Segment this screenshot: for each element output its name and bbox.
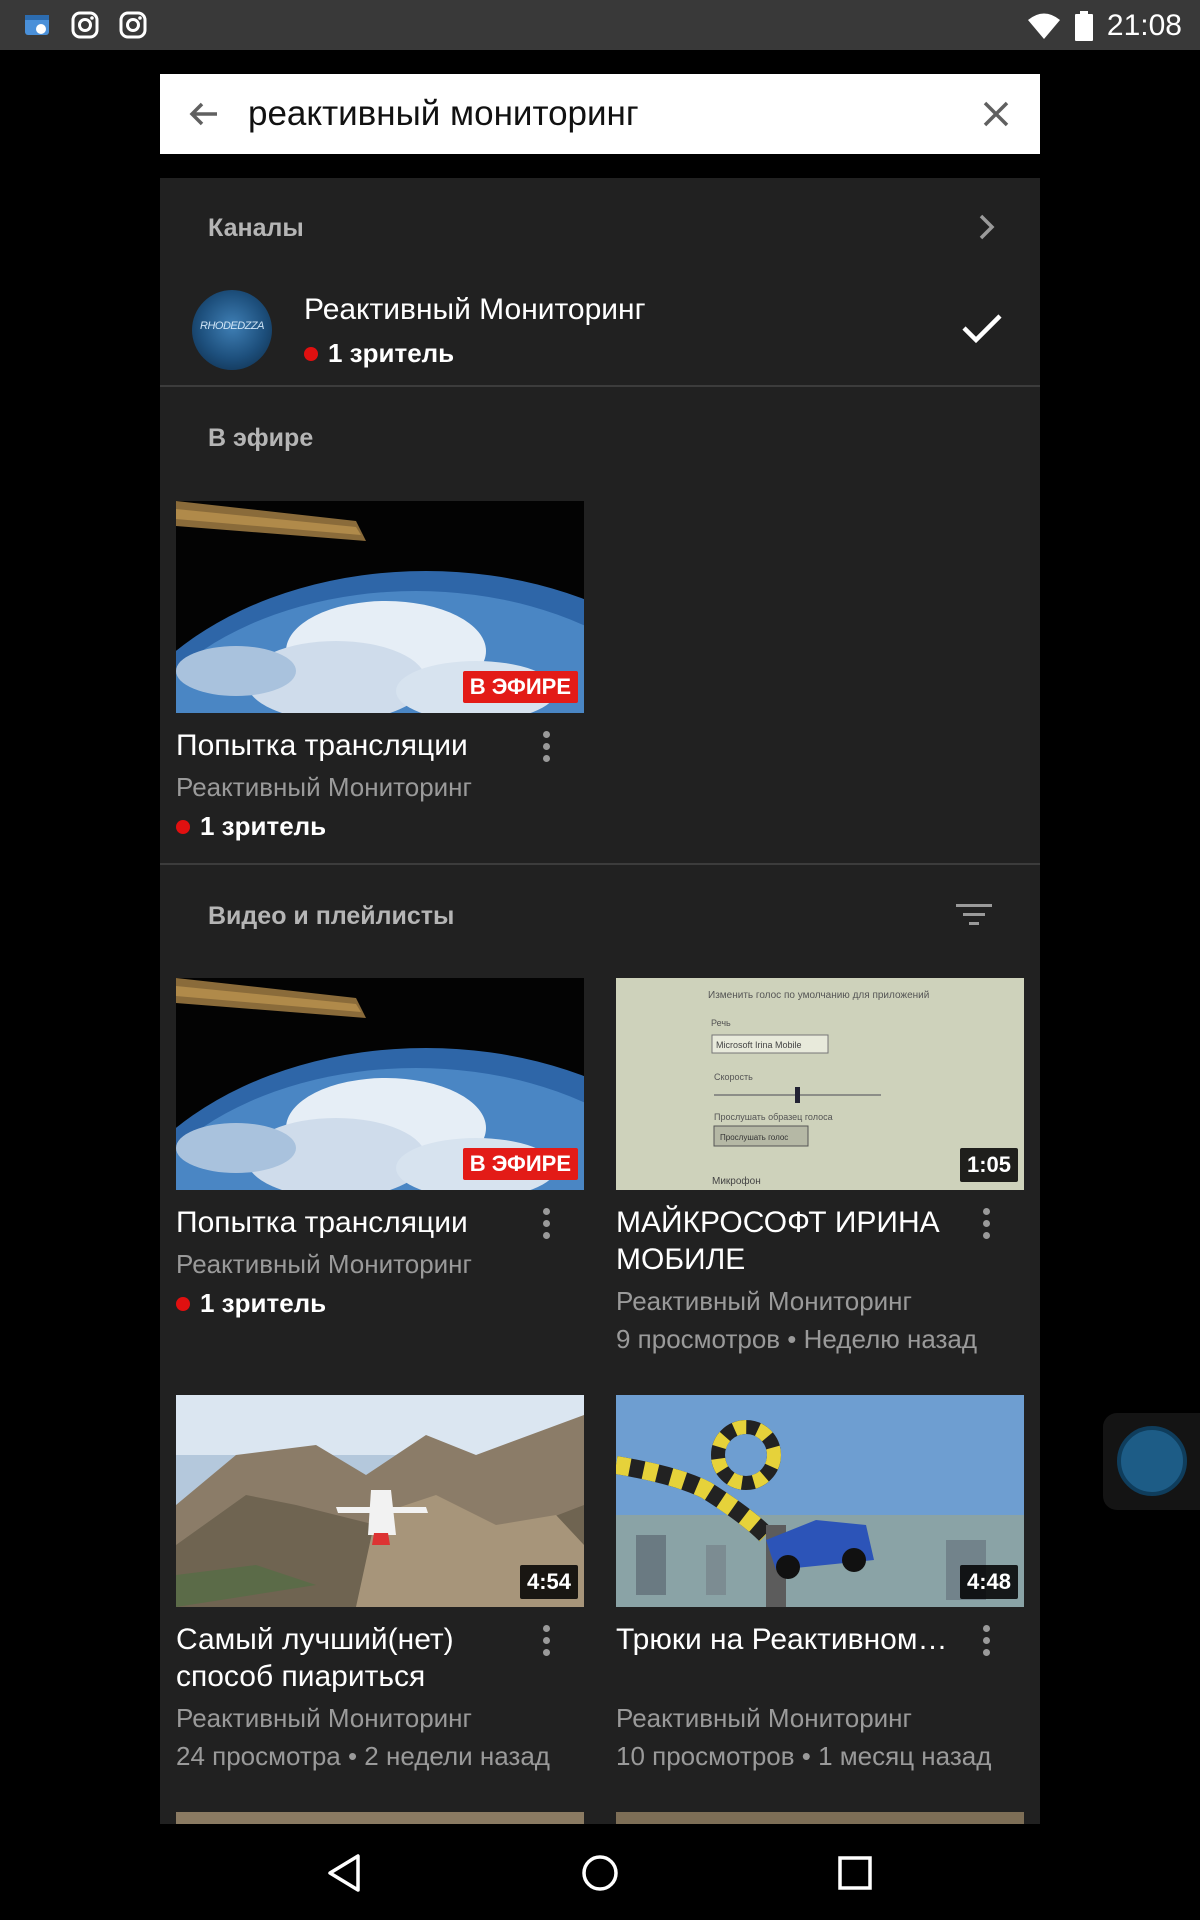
more-options-icon[interactable]: [540, 731, 552, 771]
video-channel: Реактивный Мониторинг: [616, 1703, 913, 1733]
viewers-count: 1 зритель: [328, 338, 455, 368]
duration-badge: 4:48: [959, 1565, 1018, 1599]
video-meta: 24 просмотра • 2 недели назад: [176, 1741, 550, 1771]
thumb-text: Прослушать образец голоса: [714, 1112, 833, 1122]
video-thumbnail-partial[interactable]: [616, 1812, 1024, 1824]
video-channel: Реактивный Мониторинг: [616, 1286, 913, 1316]
video-thumbnail-partial[interactable]: [176, 1812, 584, 1824]
more-options-icon[interactable]: [540, 1625, 552, 1665]
video-meta: 10 просмотров • 1 месяц назад: [616, 1741, 992, 1771]
live-badge: В ЭФИРЕ: [462, 1148, 578, 1180]
instagram-icon: [71, 11, 99, 39]
navigation-bar: [0, 1824, 1200, 1920]
more-options-icon[interactable]: [980, 1208, 992, 1248]
avatar-text: RHODEDZZA: [200, 320, 264, 332]
thumb-text: Изменить голос по умолчанию для приложен…: [708, 990, 929, 1001]
video-title[interactable]: Самый лучший(нет) способ пиариться: [176, 1621, 516, 1695]
video-channel: Реактивный Мониторинг: [176, 1703, 473, 1733]
floating-bubble-icon[interactable]: [1117, 1426, 1187, 1496]
video-card[interactable]: В ЭФИРЕ Попытка трансляции Реактивный Мо…: [176, 501, 584, 861]
filter-icon[interactable]: [956, 900, 992, 930]
live-dot-icon: [176, 1296, 190, 1311]
viewers-count: 1 зритель: [200, 811, 327, 841]
video-thumbnail[interactable]: В ЭФИРЕ: [176, 501, 584, 713]
arrow-back-icon[interactable]: [184, 94, 224, 134]
video-card[interactable]: Изменить голос по умолчанию для приложен…: [616, 978, 1024, 1354]
channel-avatar[interactable]: RHODEDZZA: [192, 290, 272, 370]
duration-badge: 4:54: [519, 1565, 578, 1599]
checkmark-icon[interactable]: [960, 310, 1004, 346]
divider: [160, 385, 1040, 387]
more-options-icon[interactable]: [980, 1625, 992, 1665]
thumb-text: Скорость: [714, 1072, 753, 1082]
video-channel: Реактивный Мониторинг: [176, 772, 473, 802]
status-bar: 21:08: [0, 0, 1200, 50]
thumb-text: Прослушать голос: [720, 1133, 788, 1142]
close-icon[interactable]: [976, 94, 1016, 134]
video-title[interactable]: МАЙКРОСОФТ ИРИНА МОБИЛЕ: [616, 1204, 956, 1278]
video-viewers: 1 зритель: [176, 811, 326, 842]
video-thumbnail[interactable]: Изменить голос по умолчанию для приложен…: [616, 978, 1024, 1190]
live-dot-icon: [176, 819, 190, 834]
battery-icon: [1074, 11, 1093, 41]
video-thumbnail[interactable]: 4:48: [616, 1395, 1024, 1607]
floating-bubble[interactable]: [1103, 1413, 1200, 1510]
video-card[interactable]: В ЭФИРЕ Попытка трансляции Реактивный Мо…: [176, 978, 584, 1348]
video-title[interactable]: Трюки на Реактивном…: [616, 1621, 956, 1658]
clock: 21:08: [1106, 9, 1182, 42]
live-dot-icon: [304, 346, 318, 361]
nav-back-icon[interactable]: [320, 1848, 370, 1898]
video-channel: Реактивный Мониторинг: [176, 1249, 473, 1279]
more-options-icon[interactable]: [540, 1208, 552, 1248]
section-title-channels: Каналы: [208, 214, 304, 242]
instagram-icon: [119, 11, 147, 39]
channel-viewers: 1 зритель: [304, 338, 454, 369]
thumb-text: Микрофон: [712, 1175, 761, 1187]
nav-recents-icon[interactable]: [830, 1848, 880, 1898]
video-card[interactable]: 4:54 Самый лучший(нет) способ пиариться …: [176, 1395, 584, 1771]
nav-home-icon[interactable]: [575, 1848, 625, 1898]
video-viewers: 1 зритель: [176, 1288, 326, 1319]
thumb-text: Речь: [711, 1018, 731, 1028]
video-meta: 9 просмотров • Неделю назад: [616, 1324, 978, 1354]
video-card[interactable]: 4:48 Трюки на Реактивном… Реактивный Мон…: [616, 1395, 1024, 1771]
duration-badge: 1:05: [959, 1148, 1018, 1182]
video-title[interactable]: Попытка трансляции: [176, 727, 516, 764]
viewers-count: 1 зритель: [200, 1288, 327, 1318]
section-title-videos: Видео и плейлисты: [208, 902, 455, 930]
search-input[interactable]: реактивный мониторинг: [248, 92, 639, 136]
search-results: Каналы RHODEDZZA Реактивный Мониторинг 1…: [160, 178, 1040, 1824]
section-title-live: В эфире: [208, 424, 314, 452]
chevron-right-icon[interactable]: [972, 210, 1000, 244]
divider: [160, 863, 1040, 865]
app-notification-icon: [25, 15, 49, 35]
channel-name[interactable]: Реактивный Мониторинг: [304, 293, 646, 327]
video-thumbnail[interactable]: 4:54: [176, 1395, 584, 1607]
thumb-text: Microsoft Irina Mobile: [716, 1040, 802, 1050]
video-title[interactable]: Попытка трансляции: [176, 1204, 516, 1241]
video-thumbnail[interactable]: В ЭФИРЕ: [176, 978, 584, 1190]
wifi-icon: [1027, 13, 1060, 39]
live-badge: В ЭФИРЕ: [462, 671, 578, 703]
search-bar[interactable]: реактивный мониторинг: [160, 74, 1040, 154]
